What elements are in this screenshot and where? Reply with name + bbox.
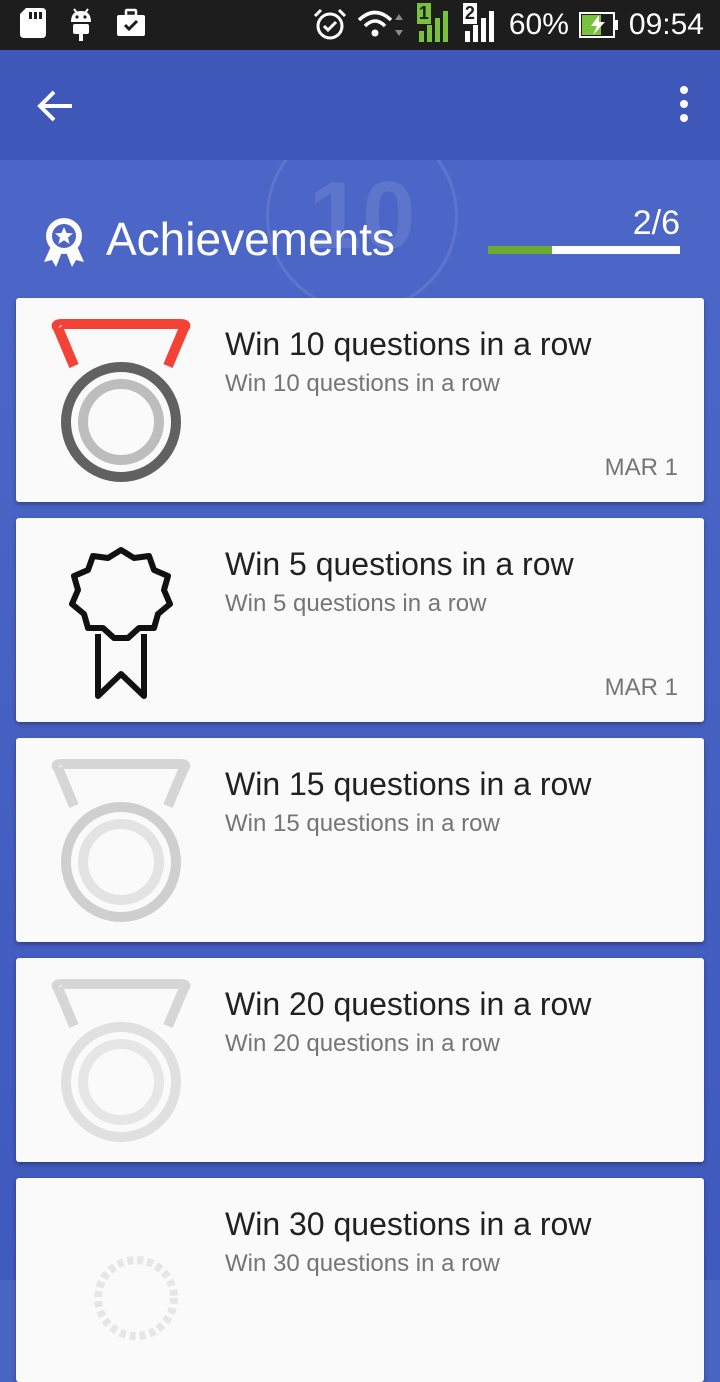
- overflow-menu-button[interactable]: [672, 80, 696, 128]
- status-bar: 1 2 60% 09:54: [0, 0, 720, 50]
- achievement-card[interactable]: Win 10 questions in a row Win 10 questio…: [16, 298, 704, 502]
- medal-icon: [51, 979, 191, 1142]
- achievement-title: Win 5 questions in a row: [225, 546, 574, 582]
- android-icon: [71, 8, 91, 41]
- progress-bar: [488, 246, 680, 254]
- achievement-card[interactable]: Win 5 questions in a row Win 5 questions…: [16, 518, 704, 722]
- achievement-subtitle: Win 15 questions in a row: [225, 810, 500, 837]
- achievement-card[interactable]: Win 15 questions in a row Win 15 questio…: [16, 738, 704, 942]
- progress-bar-fill: [488, 246, 552, 254]
- achievement-subtitle: Win 20 questions in a row: [225, 1030, 500, 1057]
- sim1-label: 1: [416, 3, 431, 24]
- achievement-title: Win 15 questions in a row: [225, 766, 592, 802]
- sim2-label: 2: [462, 3, 477, 24]
- briefcase-check-icon: [117, 8, 145, 36]
- achievement-date: MAR 1: [604, 674, 678, 701]
- achievement-subtitle: Win 10 questions in a row: [225, 370, 500, 397]
- sim1-signal: 1: [416, 3, 453, 43]
- wifi-icon: [357, 10, 403, 37]
- achievement-date: MAR 1: [604, 454, 678, 481]
- medal-icon: [51, 319, 191, 482]
- arrow-back-icon: [37, 90, 72, 122]
- app-bar: [0, 50, 720, 160]
- achievement-subtitle: Win 30 questions in a row: [225, 1250, 500, 1277]
- sd-card-icon: [20, 8, 46, 38]
- medal-icon: [51, 759, 191, 922]
- achievement-card[interactable]: Win 30 questions in a row Win 30 questio…: [16, 1178, 704, 1382]
- achievement-title: Win 20 questions in a row: [225, 986, 592, 1022]
- achievement-title: Win 10 questions in a row: [225, 326, 592, 362]
- page-title: Achievements: [106, 213, 395, 265]
- progress-count: 2/6: [632, 204, 680, 242]
- achievements-header: 10 Achievements 2/6: [0, 160, 720, 300]
- battery-charging-icon: [578, 12, 618, 38]
- sim2-signal: 2: [462, 3, 499, 43]
- battery-percent: 60%: [508, 8, 569, 41]
- alarm-icon: [313, 8, 346, 40]
- achievement-title: Win 30 questions in a row: [225, 1206, 592, 1242]
- award-ribbon-icon: [44, 218, 84, 267]
- rosette-ribbon-icon: [69, 547, 173, 699]
- more-vert-icon: [680, 86, 688, 122]
- back-button[interactable]: [32, 82, 80, 130]
- seal-icon: [94, 1256, 178, 1340]
- clock: 09:54: [628, 8, 704, 41]
- achievement-subtitle: Win 5 questions in a row: [225, 590, 487, 617]
- achievement-card[interactable]: Win 20 questions in a row Win 20 questio…: [16, 958, 704, 1162]
